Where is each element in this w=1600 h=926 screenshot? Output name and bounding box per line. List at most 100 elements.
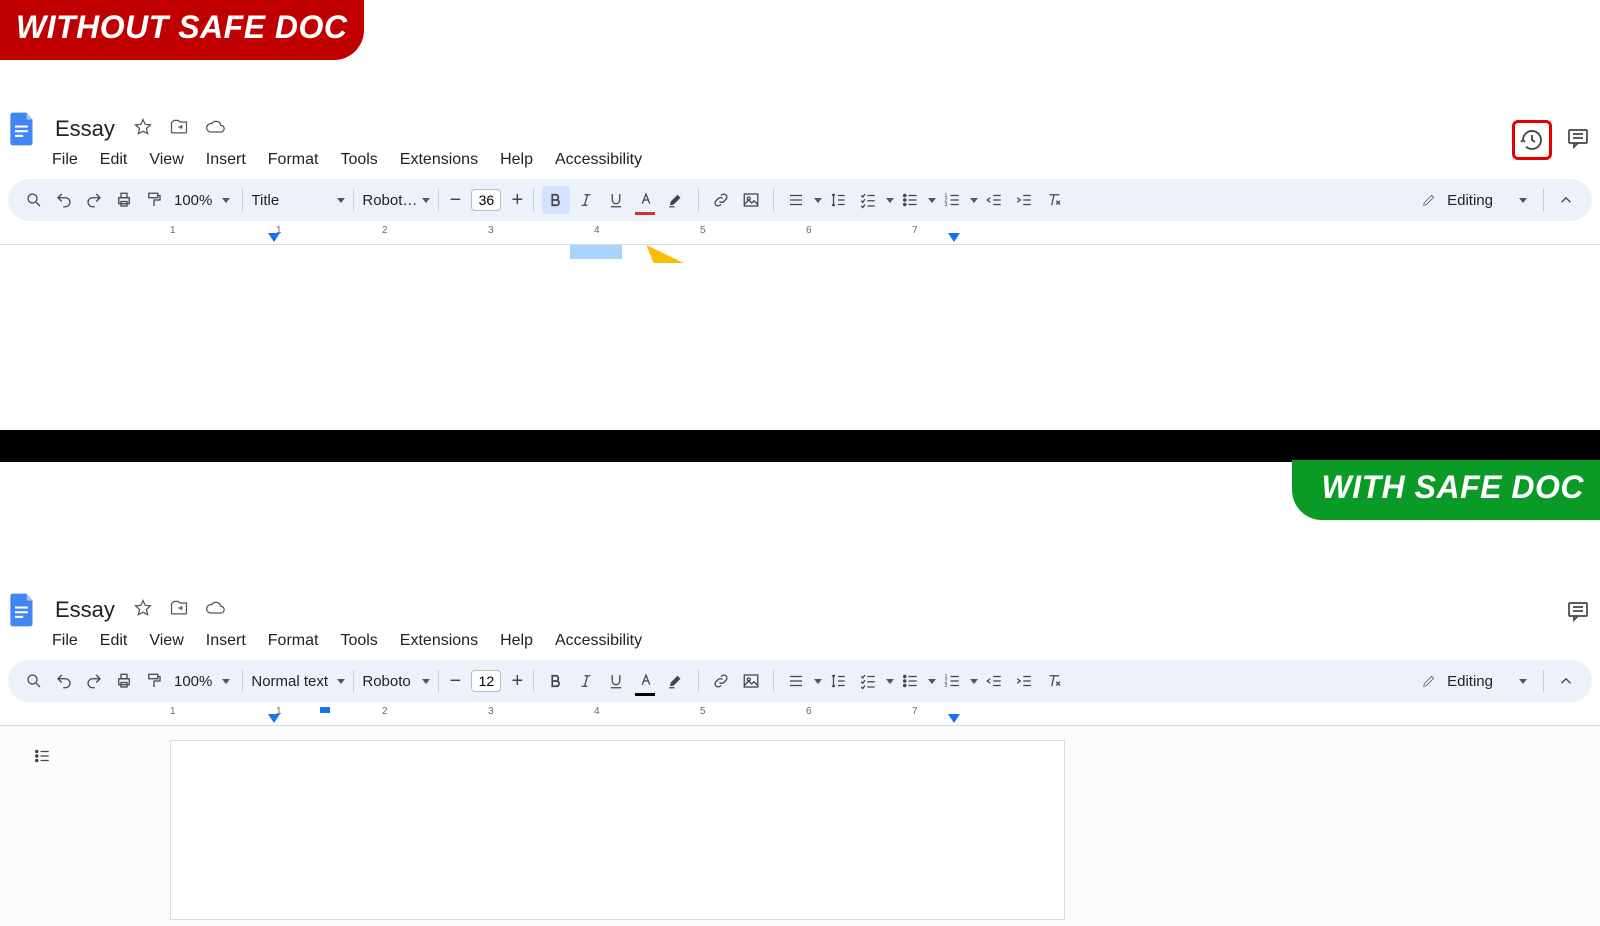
- document-title[interactable]: Essay: [49, 116, 115, 142]
- line-spacing-button[interactable]: [824, 186, 852, 214]
- menu-format[interactable]: Format: [268, 151, 319, 169]
- menu-view[interactable]: View: [149, 632, 183, 650]
- menu-extensions[interactable]: Extensions: [400, 632, 478, 650]
- numbered-list-button[interactable]: 123: [938, 186, 966, 214]
- star-icon[interactable]: [133, 117, 153, 142]
- comments-button[interactable]: [1566, 599, 1590, 628]
- increase-indent-button[interactable]: [1010, 667, 1038, 695]
- checklist-button[interactable]: [854, 667, 882, 695]
- menu-help[interactable]: Help: [500, 151, 533, 169]
- menu-edit[interactable]: Edit: [100, 632, 128, 650]
- text-color-button[interactable]: [632, 186, 660, 214]
- star-icon[interactable]: [133, 598, 153, 623]
- cloud-status-icon[interactable]: [205, 598, 225, 623]
- comments-button[interactable]: [1566, 126, 1590, 155]
- line-spacing-button[interactable]: [824, 667, 852, 695]
- redo-icon[interactable]: [80, 186, 108, 214]
- chevron-down-icon[interactable]: [970, 679, 978, 684]
- decrease-indent-button[interactable]: [980, 667, 1008, 695]
- document-outline-button[interactable]: [28, 742, 56, 770]
- italic-button[interactable]: [572, 186, 600, 214]
- paragraph-style-select[interactable]: Title: [251, 192, 345, 209]
- menu-view[interactable]: View: [149, 151, 183, 169]
- menu-tools[interactable]: Tools: [340, 151, 377, 169]
- align-button[interactable]: [782, 667, 810, 695]
- checklist-button[interactable]: [854, 186, 882, 214]
- zoom-select[interactable]: 100%: [170, 673, 234, 690]
- right-indent-marker-icon[interactable]: [948, 233, 960, 242]
- indent-marker-icon[interactable]: [268, 714, 280, 723]
- editing-mode-select[interactable]: Editing: [1413, 673, 1535, 690]
- document-title[interactable]: Essay: [49, 597, 115, 623]
- first-line-marker-icon[interactable]: [320, 707, 330, 713]
- menu-tools[interactable]: Tools: [340, 632, 377, 650]
- move-folder-icon[interactable]: [169, 117, 189, 142]
- paint-format-icon[interactable]: [140, 667, 168, 695]
- cloud-status-icon[interactable]: [205, 117, 225, 142]
- menu-edit[interactable]: Edit: [100, 151, 128, 169]
- chevron-down-icon[interactable]: [928, 679, 936, 684]
- chevron-down-icon[interactable]: [886, 198, 894, 203]
- text-color-button[interactable]: [632, 667, 660, 695]
- bulleted-list-button[interactable]: [896, 667, 924, 695]
- italic-button[interactable]: [572, 667, 600, 695]
- menu-file[interactable]: File: [52, 151, 78, 169]
- increase-font-size-button[interactable]: +: [509, 670, 525, 693]
- right-indent-marker-icon[interactable]: [948, 714, 960, 723]
- align-button[interactable]: [782, 186, 810, 214]
- print-icon[interactable]: [110, 667, 138, 695]
- paint-format-icon[interactable]: [140, 186, 168, 214]
- decrease-font-size-button[interactable]: −: [447, 189, 463, 212]
- document-canvas[interactable]: [0, 726, 1600, 926]
- chevron-down-icon[interactable]: [886, 679, 894, 684]
- insert-image-icon[interactable]: [737, 186, 765, 214]
- menu-format[interactable]: Format: [268, 632, 319, 650]
- chevron-down-icon[interactable]: [928, 198, 936, 203]
- decrease-indent-button[interactable]: [980, 186, 1008, 214]
- bulleted-list-button[interactable]: [896, 186, 924, 214]
- highlight-color-button[interactable]: [662, 186, 690, 214]
- font-family-select[interactable]: Robot…: [362, 192, 430, 209]
- collapse-toolbar-button[interactable]: [1552, 186, 1580, 214]
- document-canvas[interactable]: [0, 245, 1600, 445]
- menu-accessibility[interactable]: Accessibility: [555, 632, 642, 650]
- menu-file[interactable]: File: [52, 632, 78, 650]
- clear-formatting-button[interactable]: [1040, 667, 1068, 695]
- increase-indent-button[interactable]: [1010, 186, 1038, 214]
- document-page[interactable]: [170, 740, 1065, 920]
- clear-formatting-button[interactable]: [1040, 186, 1068, 214]
- decrease-font-size-button[interactable]: −: [447, 670, 463, 693]
- bold-button[interactable]: [542, 667, 570, 695]
- google-docs-icon[interactable]: [7, 109, 37, 149]
- search-menus-icon[interactable]: [20, 186, 48, 214]
- underline-button[interactable]: [602, 667, 630, 695]
- indent-marker-icon[interactable]: [268, 233, 280, 242]
- menu-help[interactable]: Help: [500, 632, 533, 650]
- menu-insert[interactable]: Insert: [206, 151, 246, 169]
- menu-extensions[interactable]: Extensions: [400, 151, 478, 169]
- insert-link-icon[interactable]: [707, 667, 735, 695]
- google-docs-icon[interactable]: [7, 590, 37, 630]
- chevron-down-icon[interactable]: [814, 198, 822, 203]
- menu-accessibility[interactable]: Accessibility: [555, 151, 642, 169]
- collapse-toolbar-button[interactable]: [1552, 667, 1580, 695]
- undo-icon[interactable]: [50, 667, 78, 695]
- editing-mode-select[interactable]: Editing: [1413, 192, 1535, 209]
- chevron-down-icon[interactable]: [814, 679, 822, 684]
- zoom-select[interactable]: 100%: [170, 192, 234, 209]
- search-menus-icon[interactable]: [20, 667, 48, 695]
- chevron-down-icon[interactable]: [970, 198, 978, 203]
- font-family-select[interactable]: Roboto: [362, 673, 430, 690]
- highlight-color-button[interactable]: [662, 667, 690, 695]
- paragraph-style-select[interactable]: Normal text: [251, 673, 345, 690]
- font-size-input[interactable]: 12: [471, 670, 501, 692]
- bold-button[interactable]: [542, 186, 570, 214]
- font-size-input[interactable]: 36: [471, 189, 501, 211]
- move-folder-icon[interactable]: [169, 598, 189, 623]
- version-history-button[interactable]: [1512, 120, 1552, 160]
- horizontal-ruler[interactable]: 1 1 2 3 4 5 6 7: [0, 706, 1600, 726]
- insert-image-icon[interactable]: [737, 667, 765, 695]
- increase-font-size-button[interactable]: +: [509, 189, 525, 212]
- numbered-list-button[interactable]: 123: [938, 667, 966, 695]
- horizontal-ruler[interactable]: 1 1 2 3 4 5 6 7: [0, 225, 1600, 245]
